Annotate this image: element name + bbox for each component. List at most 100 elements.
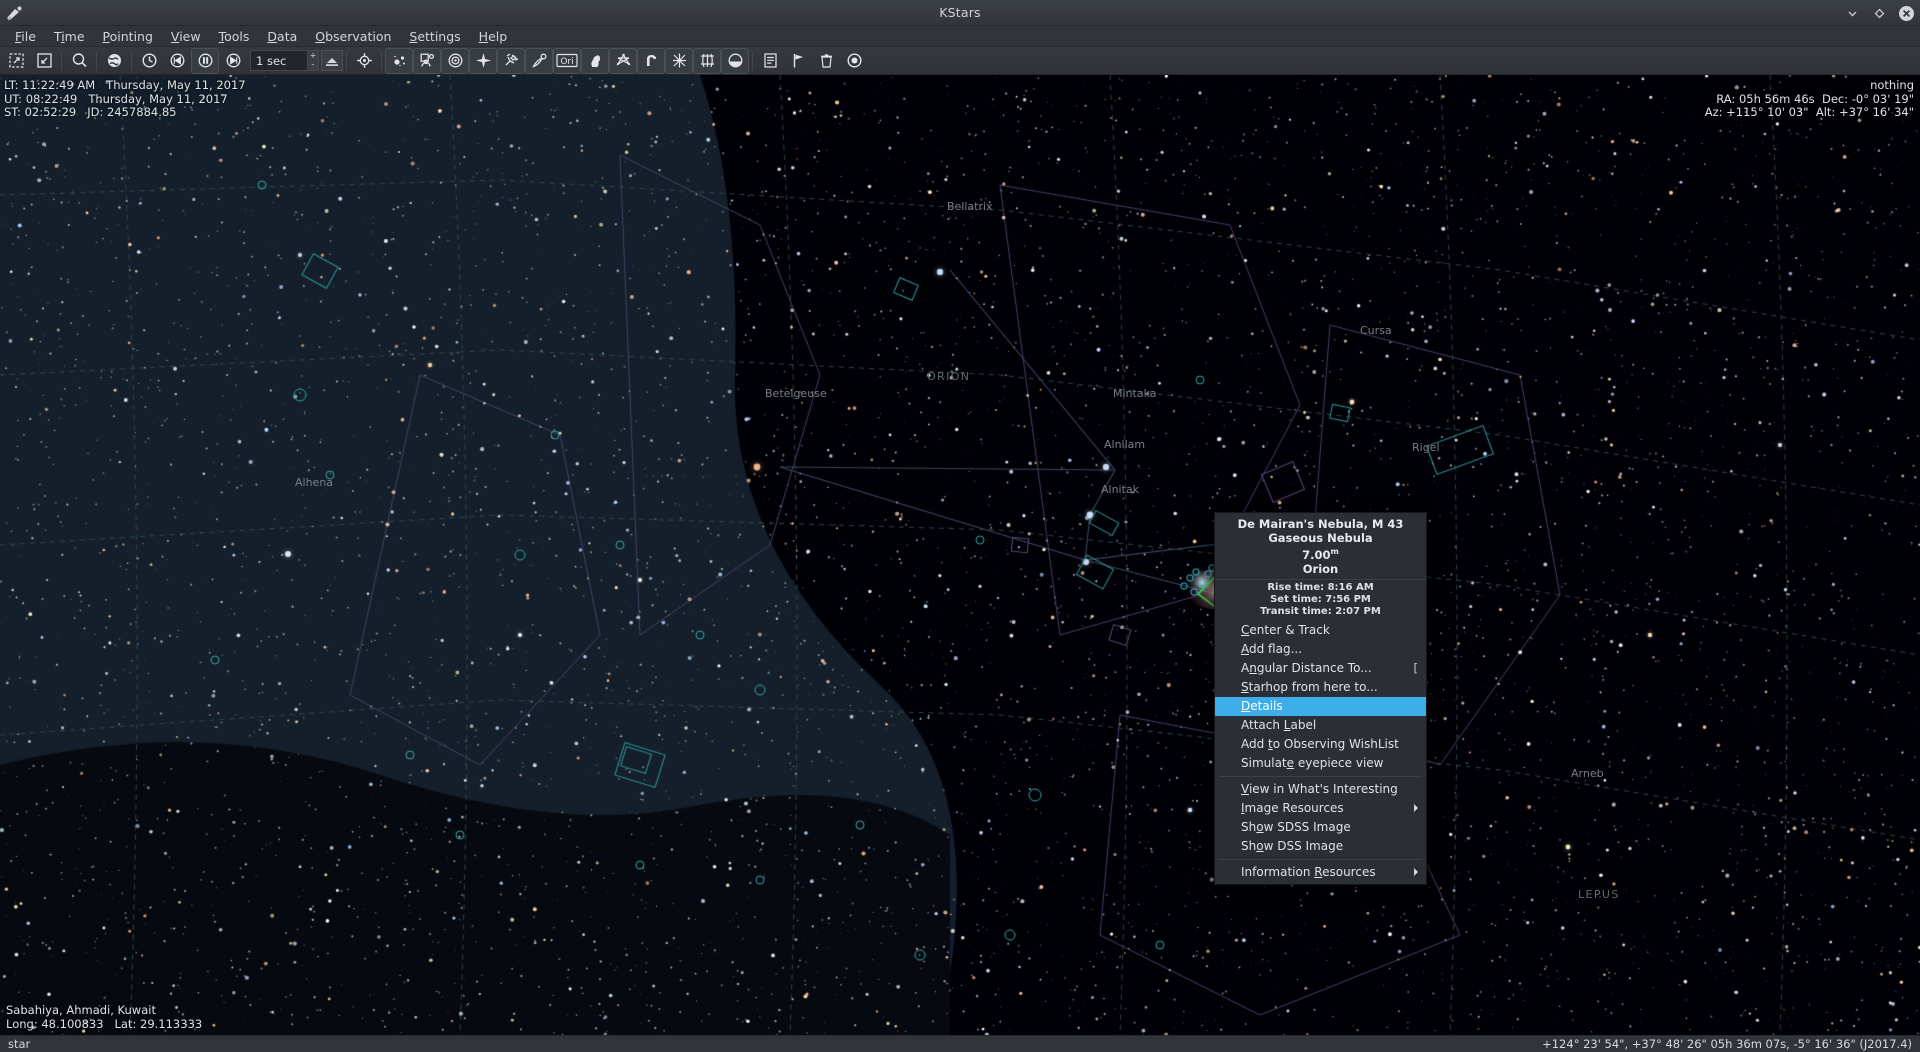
maximize-button[interactable] [1872,6,1887,21]
coordinate-grid-icon[interactable] [693,47,721,74]
context-menu-item-add-flag[interactable]: Add flag... [1215,640,1426,659]
context-menu-item-label: Information Resources [1241,865,1376,880]
context-menu-item-label: Add to Observing WishList [1241,737,1399,752]
set-location-globe-icon[interactable] [100,48,128,74]
object-times: Rise time: 8:16 AM Set time: 7:56 PM Tra… [1215,578,1426,621]
location-info-overlay: Sabahiya, Ahmadi, Kuwait Long: 48.100833… [6,1003,203,1031]
zoom-in-region-icon[interactable] [30,48,58,74]
set-time: Set time: 7:56 PM [1270,593,1371,605]
menu-bar: File Time Pointing View Tools Data Observation… [0,26,1920,47]
main-toolbar: 1 sec + - Ori [0,47,1920,75]
context-menu-item-starhop-from-here-to[interactable]: Starhop from here to... [1215,678,1426,697]
context-menu-item-label: Center & Track [1241,623,1330,638]
menu-pointing[interactable]: Pointing [94,27,162,46]
time-info-overlay: LT: 11:22:49 AM Thursday, May 11, 2017 U… [4,78,246,119]
context-menu-item-label: Details [1241,699,1283,714]
step-backward-icon[interactable] [163,48,191,74]
context-menu-separator [1219,775,1422,777]
menu-view[interactable]: View [162,27,210,46]
context-menu-separator [1219,858,1422,860]
trash-icon[interactable] [812,48,840,74]
object-constellation: Orion [1302,561,1339,576]
object-name: De Mairan's Nebula, M 43 [1237,517,1404,531]
context-menu-item-information-resources[interactable]: Information Resources [1215,863,1426,882]
minimize-button[interactable] [1845,6,1860,21]
menu-observation[interactable]: Observation [306,27,400,46]
context-menu-item-details[interactable]: Details [1215,696,1426,716]
constellation-names-icon[interactable]: Ori [553,47,581,74]
menu-settings[interactable]: Settings [400,27,469,46]
context-menu-header: De Mairan's Nebula, M 43 Gaseous Nebula … [1215,513,1426,579]
context-menu-items: Center & Track Add flag... Angular Distanc… [1215,621,1426,882]
status-coordinates: +124° 23' 54", +37° 48' 26" 05h 36m 07s,… [1542,1037,1912,1051]
context-menu-item-image-resources[interactable]: Image Resources [1215,799,1426,818]
time-step-field[interactable]: 1 sec [250,50,308,71]
context-menu-item-center-track[interactable]: Center & Track [1215,621,1426,640]
eyepiece-icon[interactable] [840,48,868,74]
set-time-clock-icon[interactable] [135,48,163,74]
context-menu-item-show-dss-image[interactable]: Show DSS Image [1215,837,1426,856]
menu-data[interactable]: Data [258,27,306,46]
kstars-window: KStars File Time Pointing View Tools Data Obse… [0,0,1920,1052]
horizon-icon[interactable] [721,47,749,74]
window-controls [1845,0,1914,26]
telescope-icon [4,3,24,23]
sky-map[interactable]: LT: 11:22:49 AM Thursday, May 11, 2017 U… [0,75,1920,1035]
submenu-arrow-icon [1414,804,1418,813]
focus-info-overlay: nothing RA: 05h 56m 46s Dec: -0° 03' 19"… [1704,78,1914,119]
context-menu-item-label: Add flag... [1241,642,1303,657]
magnitude-value: 7.00 [1302,547,1331,562]
menu-tools[interactable]: Tools [210,27,259,46]
context-menu-item-view-in-what-s-interesting[interactable]: View in What's Interesting [1215,780,1426,799]
context-menu-item-label: Starhop from here to... [1241,680,1378,695]
magnitude-unit: m [1330,547,1339,556]
satellites-icon[interactable] [497,47,525,74]
rise-time: Rise time: 8:16 AM [1267,581,1374,593]
object-magnitude: 7.00m [1221,545,1420,562]
context-menu-item-attach-label[interactable]: Attach Label [1215,716,1426,735]
comets-icon[interactable] [525,47,553,74]
zoom-out-to-fit-icon[interactable] [2,48,30,74]
svg-text:Ori: Ori [560,57,573,67]
solar-system-icon[interactable] [441,47,469,74]
transit-time: Transit time: 2:07 PM [1260,605,1381,617]
context-menu-item-simulate-eyepiece-view[interactable]: Simulate eyepiece view [1215,754,1426,773]
time-step-spinner[interactable]: + - [308,50,319,71]
context-menu-item-label: Attach Label [1241,718,1317,733]
context-menu-item-label: Image Resources [1241,801,1344,816]
menu-help[interactable]: Help [470,27,517,46]
status-bar: star +124° 23' 54", +37° 48' 26" 05h 36m… [0,1035,1920,1052]
object-type: Gaseous Nebula [1268,531,1373,545]
flags-icon[interactable] [784,48,812,74]
constellation-boundaries-icon[interactable] [665,47,693,74]
pause-clock-icon[interactable] [191,47,219,74]
context-menu-item-label: View in What's Interesting [1241,782,1398,797]
sky-canvas[interactable] [0,75,1920,1035]
object-context-menu[interactable]: De Mairan's Nebula, M 43 Gaseous Nebula … [1214,512,1427,885]
supernovae-icon[interactable] [469,47,497,74]
menu-file[interactable]: File [6,27,45,46]
time-step-slider[interactable] [321,50,343,71]
menu-time[interactable]: Time [45,27,94,46]
status-left-text: star [8,1037,31,1051]
observing-list-icon[interactable] [756,48,784,74]
time-step-box[interactable]: 1 sec + - [250,50,343,72]
center-lock-icon[interactable] [350,48,378,74]
context-menu-item-add-to-observing-wishlist[interactable]: Add to Observing WishList [1215,735,1426,754]
context-menu-item-label: Show SDSS Image [1241,820,1351,835]
window-title: KStars [939,5,981,20]
stars-icon[interactable] [385,47,413,74]
milky-way-icon[interactable] [637,47,665,74]
context-menu-item-show-sdss-image[interactable]: Show SDSS Image [1215,818,1426,837]
deep-sky-icon[interactable] [413,47,441,74]
submenu-arrow-icon [1414,868,1418,877]
context-menu-item-label: Angular Distance To... [1241,661,1372,676]
title-bar: KStars [0,0,1920,26]
context-menu-item-angular-distance-to[interactable]: Angular Distance To... [ [1215,659,1426,678]
close-button[interactable] [1899,5,1914,21]
step-forward-icon[interactable] [219,48,247,74]
constellation-lines-icon[interactable] [609,47,637,74]
find-object-icon[interactable] [65,48,93,74]
context-menu-item-shortcut: [ [1413,661,1419,676]
constellation-art-icon[interactable] [581,47,609,74]
